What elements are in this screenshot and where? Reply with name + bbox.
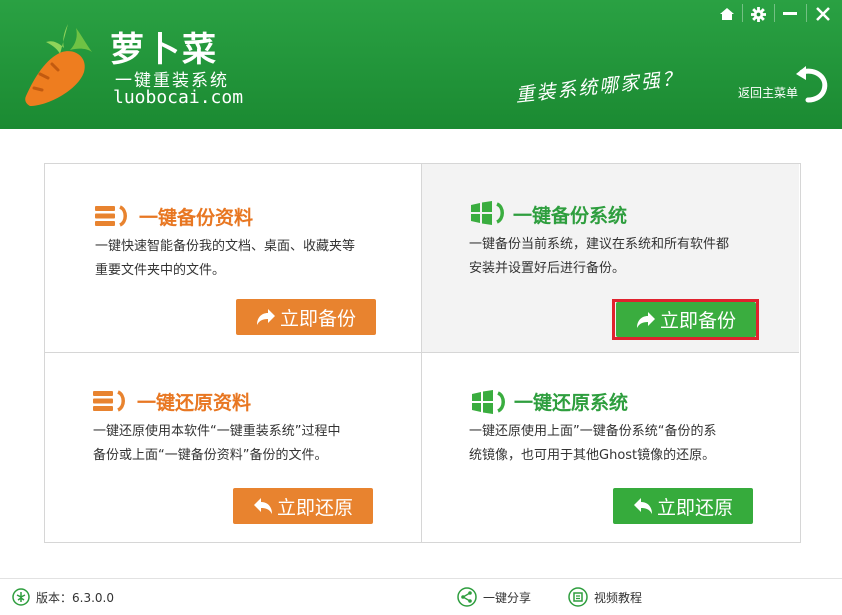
share-label: 一键分享 [483, 590, 532, 605]
close-icon [816, 7, 830, 21]
card-title: 一键还原资料 [137, 392, 252, 414]
button-label: 立即备份 [279, 307, 356, 330]
app-url: luobocai.com [113, 87, 244, 108]
restore-system-card: 一键还原系统 一键还原使用上面”一键备份系统“备份的系 统镜像，也可用于其他Gh… [422, 353, 799, 542]
card-description-line: 一键快速智能备份我的文档、桌面、收藏夹等 [95, 239, 356, 254]
card-description-line: 一键备份当前系统，建议在系统和所有软件都 [469, 237, 730, 252]
backup-data-button[interactable]: 立即备份 [236, 299, 376, 335]
app-title: 萝卜菜 [110, 30, 218, 70]
return-arrow-icon [633, 498, 652, 514]
data-backup-icon [95, 205, 127, 227]
card-description-line: 统镜像，也可用于其他Ghost镜像的还原。 [469, 448, 716, 463]
card-title: 一键还原系统 [514, 392, 629, 414]
card-description: 一键还原使用上面”一键备份系统“备份的系 统镜像，也可用于其他Ghost镜像的还… [469, 420, 769, 468]
card-title: 一键备份资料 [139, 207, 254, 229]
minimize-button[interactable] [775, 2, 805, 26]
card-description-line: 重要文件夹中的文件。 [95, 263, 226, 278]
home-button[interactable] [712, 2, 742, 26]
return-main-menu-label: 返回主菜单 [738, 86, 799, 100]
gear-icon [750, 6, 766, 22]
home-icon [720, 8, 734, 20]
backup-data-card: 一键备份资料 一键快速智能备份我的文档、桌面、收藏夹等 重要文件夹中的文件。 立… [45, 164, 422, 353]
share-button[interactable]: 一键分享 [457, 587, 531, 607]
app-header: 萝卜菜 一键重装系统 luobocai.com 重装系统哪家强？ 返回主菜单 [0, 0, 842, 129]
share-icon [457, 587, 477, 607]
version-label: 版本：6.3.0.0 [36, 590, 114, 605]
windows-restore-icon [472, 390, 505, 414]
card-description-line: 备份或上面“一键备份资料”备份的文件。 [93, 448, 328, 463]
card-description-line: 一键还原使用本软件“一键重装系统”过程中 [93, 424, 341, 439]
header-slogan: 重装系统哪家强？ [514, 67, 684, 107]
carrot-logo-icon [25, 24, 92, 106]
card-description-line: 安装并设置好后进行备份。 [469, 261, 626, 276]
version-info: 版本：6.3.0.0 [12, 587, 114, 607]
return-main-menu-button[interactable]: 返回主菜单 [736, 64, 832, 108]
card-description: 一键备份当前系统，建议在系统和所有软件都 安装并设置好后进行备份。 [469, 233, 769, 281]
restore-data-button[interactable]: 立即还原 [233, 488, 373, 524]
status-bar: 版本：6.3.0.0 一键分享 视频教程 [0, 578, 842, 615]
card-description-line: 一键还原使用上面”一键备份系统“备份的系 [469, 424, 717, 439]
return-arrow-icon [796, 66, 828, 103]
function-panel: 一键备份资料 一键快速智能备份我的文档、桌面、收藏夹等 重要文件夹中的文件。 立… [44, 163, 801, 543]
card-description: 一键还原使用本软件“一键重装系统”过程中 备份或上面“一键备份资料”备份的文件。 [93, 420, 393, 468]
tutorial-label: 视频教程 [594, 590, 643, 605]
tutorial-icon [568, 587, 588, 607]
button-label: 立即还原 [276, 496, 353, 519]
minimize-icon [783, 12, 797, 15]
close-button[interactable] [808, 2, 838, 26]
windows-backup-icon [471, 201, 504, 225]
share-arrow-icon [256, 309, 275, 325]
leaf-logo-icon [12, 588, 30, 606]
restore-data-card: 一键还原资料 一键还原使用本软件“一键重装系统”过程中 备份或上面“一键备份资料… [45, 353, 422, 542]
card-title: 一键备份系统 [513, 205, 628, 227]
button-label: 立即还原 [656, 496, 733, 519]
return-arrow-icon [253, 498, 272, 514]
restore-system-button[interactable]: 立即还原 [613, 488, 753, 524]
data-restore-icon [93, 390, 125, 412]
highlight-box [612, 299, 759, 340]
card-description: 一键快速智能备份我的文档、桌面、收藏夹等 重要文件夹中的文件。 [95, 235, 395, 283]
control-divider [806, 4, 807, 22]
video-tutorial-button[interactable]: 视频教程 [568, 587, 642, 607]
settings-button[interactable] [743, 2, 773, 26]
